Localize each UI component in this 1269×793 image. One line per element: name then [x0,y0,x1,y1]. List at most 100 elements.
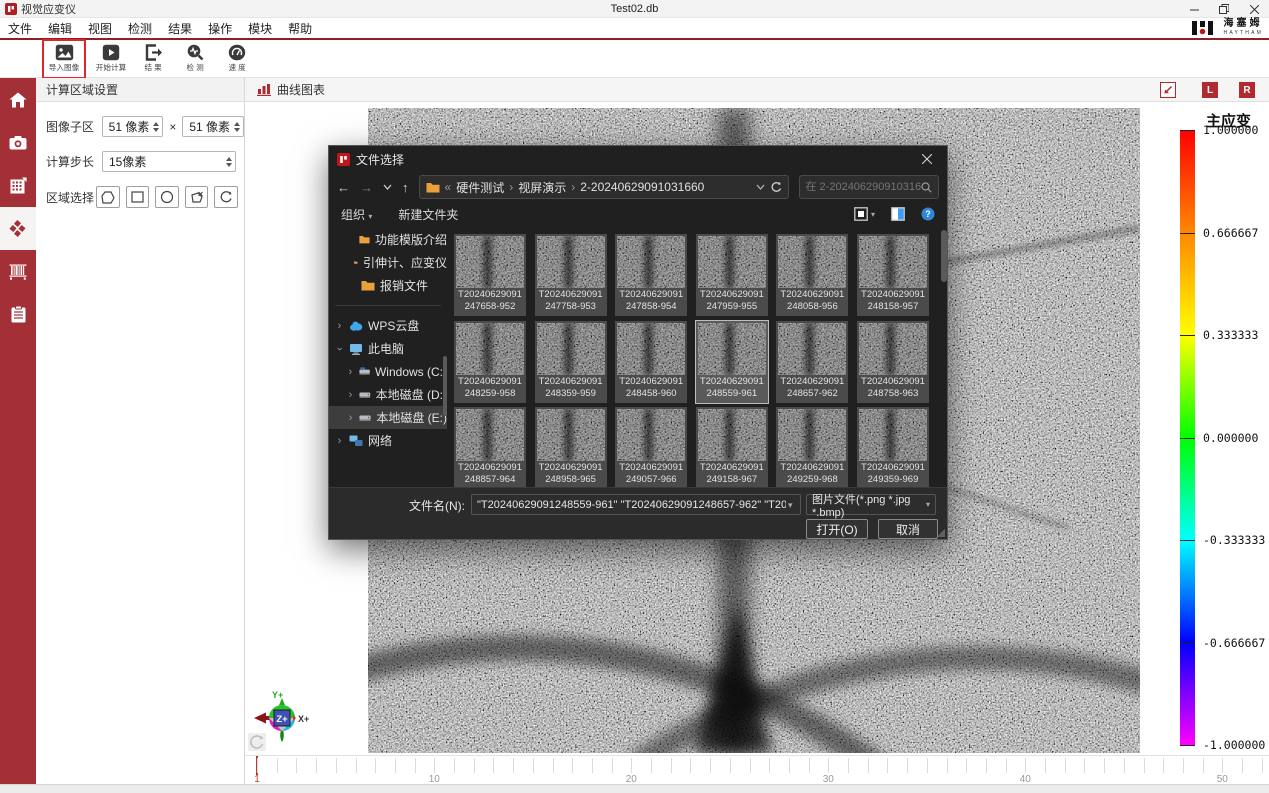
region-circle-button[interactable] [155,186,179,208]
minimize-button[interactable] [1179,0,1209,18]
sidebar-item-calibration[interactable] [0,164,36,207]
breadcrumb-dropdown-icon[interactable] [756,184,765,190]
region-rotate-button[interactable] [214,186,238,208]
breadcrumb-segment[interactable]: 视屏演示 [518,179,566,196]
menu-item-5[interactable]: 操作 [200,20,240,37]
breadcrumb-segment[interactable]: 硬件测试 [456,179,504,196]
file-item-13[interactable]: T20240629091 248958-965 [534,407,607,487]
search-box[interactable] [798,175,939,199]
sidebar-item-extensometer[interactable] [0,250,36,293]
colorbar-tick [1180,437,1195,439]
dialog-close-button[interactable] [907,146,947,172]
breadcrumb-segment[interactable]: 2-20240629091031660 [580,180,704,194]
search-input[interactable] [805,181,921,193]
tree-expander-icon[interactable]: › [347,412,354,424]
tree-item-5[interactable]: › 此电脑 [329,337,447,360]
sidebar-item-report[interactable] [0,293,36,336]
filename-dropdown-icon[interactable]: ▾ [788,500,793,511]
stepper-arrows[interactable] [153,117,160,136]
filename-input[interactable] [471,494,801,515]
right-view-button[interactable]: R [1239,82,1255,98]
tree-item-7[interactable]: › 本地磁盘 (D:) [329,383,447,406]
tree-item-0[interactable]: 功能模版介绍 [329,228,447,251]
rotate-view-icon[interactable] [248,733,266,751]
menu-item-1[interactable]: 编辑 [40,20,80,37]
nav-forward-icon[interactable]: → [360,180,373,195]
stepper-arrows[interactable] [226,152,232,171]
file-item-6[interactable]: T20240629091 248259-958 [454,320,526,403]
resize-grip[interactable] [937,529,945,537]
detect-button[interactable]: 检 测 [176,41,214,77]
fit-view-button[interactable] [1160,82,1176,98]
tree-expander-icon[interactable]: › [335,435,344,447]
file-item-12[interactable]: T20240629091 248857-964 [454,407,526,487]
file-item-15[interactable]: T20240629091 249158-967 [695,407,768,487]
tree-expander-icon[interactable]: › [335,320,344,332]
tree-scrollbar[interactable] [443,356,447,416]
results-button[interactable]: 结 果 [134,41,172,77]
nav-up-icon[interactable]: ↑ [402,180,409,195]
refresh-icon[interactable] [770,181,782,193]
file-item-4[interactable]: T20240629091 248058-956 [776,234,849,316]
preview-pane-icon[interactable] [891,207,905,221]
sidebar-item-camera[interactable] [0,121,36,164]
step-spinner[interactable]: 15像素 [102,151,236,172]
file-item-17[interactable]: T20240629091 249359-969 [857,407,929,487]
file-item-2[interactable]: T20240629091 247858-954 [615,234,688,316]
speed-button[interactable]: 速 度 [218,41,256,77]
tree-expander-icon[interactable]: › [334,344,346,353]
view-mode-button[interactable]: ▾ [854,207,875,221]
open-button[interactable]: 打开(O) [806,519,868,539]
tree-item-4[interactable]: › WPS云盘 [329,314,447,337]
organize-menu[interactable]: 组织 ▾ [341,206,372,223]
menu-item-7[interactable]: 帮助 [280,20,320,37]
tree-expander-icon[interactable]: › [347,366,354,378]
breadcrumb-bar[interactable]: « 硬件测试 › 视屏演示 › 2-20240629091031660 [418,175,789,199]
stepper-arrows[interactable] [234,117,241,136]
sidebar-item-home[interactable] [0,78,36,121]
left-view-button[interactable]: L [1202,82,1218,98]
tree-expander-icon[interactable]: › [347,389,354,401]
timeline-tick [631,758,633,773]
frame-timeline[interactable]: 1 10 20 30 40 50 [245,755,1269,785]
menu-item-2[interactable]: 视图 [80,20,120,37]
file-item-8[interactable]: T20240629091 248458-960 [615,320,688,403]
file-item-11[interactable]: T20240629091 248758-963 [857,320,929,403]
file-item-7[interactable]: T20240629091 248359-959 [534,320,607,403]
menu-item-6[interactable]: 模块 [240,20,280,37]
file-item-0[interactable]: T20240629091 247658-952 [454,234,526,316]
file-item-16[interactable]: T20240629091 249259-968 [776,407,849,487]
menu-item-4[interactable]: 结果 [160,20,200,37]
menu-item-3[interactable]: 检测 [120,20,160,37]
new-folder-button[interactable]: 新建文件夹 [398,206,458,223]
region-polygon-delete-button[interactable] [184,186,209,208]
close-button[interactable] [1239,0,1269,18]
tree-item-9[interactable]: › 网络 [329,429,447,452]
restore-button[interactable] [1209,0,1239,18]
tree-item-8[interactable]: › 本地磁盘 (E:) [329,406,447,429]
file-item-14[interactable]: T20240629091 249057-966 [615,407,688,487]
cancel-button[interactable]: 取消 [878,519,938,539]
nav-back-icon[interactable]: ← [337,180,350,195]
nav-recent-chevron-icon[interactable] [383,184,392,190]
tree-item-1[interactable]: 引伸计、应变仪 [329,251,447,274]
filetype-select[interactable]: 图片文件(*.png *.jpg *.bmp) ▾ [806,494,936,519]
grid-scrollbar[interactable] [941,230,947,282]
file-item-5[interactable]: T20240629091 248158-957 [857,234,929,316]
file-item-9[interactable]: T20240629091 248559-961 [694,319,769,404]
region-polygon-button[interactable] [96,186,120,208]
help-icon[interactable]: ? [921,207,935,221]
file-item-1[interactable]: T20240629091 247758-953 [534,234,607,316]
file-item-3[interactable]: T20240629091 247959-955 [695,234,768,316]
region-rectangle-button[interactable] [125,186,150,208]
menu-item-0[interactable]: 文件 [0,20,40,37]
file-item-10[interactable]: T20240629091 248657-962 [776,320,849,403]
subset-width-spinner[interactable]: 51 像素 [101,116,164,137]
sidebar-item-speckle[interactable] [0,207,36,250]
start-calc-button[interactable]: 开始计算 [92,41,130,77]
tree-item-2[interactable]: 报销文件 [329,274,447,297]
breadcrumb-overflow[interactable]: « [445,180,452,194]
tree-item-6[interactable]: › Windows (C:) [329,360,447,383]
import-image-button[interactable]: 导入图像 [45,41,83,77]
subset-height-spinner[interactable]: 51 像素 [182,116,245,137]
